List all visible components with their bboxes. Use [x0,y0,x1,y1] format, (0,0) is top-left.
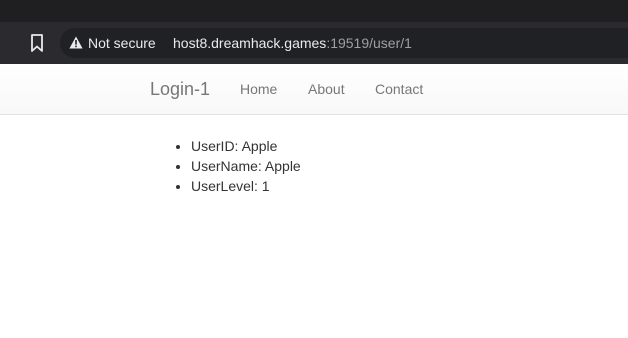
security-status[interactable]: Not secure [88,35,156,51]
nav-home[interactable]: Home [240,81,277,97]
navbar-brand[interactable]: Login-1 [150,79,210,100]
address-bar[interactable]: Not secure host8.dreamhack.games:19519/u… [60,28,628,58]
user-name-item: UserName: Apple [191,156,301,176]
bookmark-icon[interactable] [30,34,44,52]
url-path: :19519/user/1 [326,35,412,51]
browser-title-bar [0,0,628,22]
warning-icon[interactable] [69,36,83,49]
user-id-item: UserID: Apple [191,136,301,156]
url-text[interactable]: host8.dreamhack.games:19519/user/1 [173,35,412,51]
user-info-list: UserID: Apple UserName: Apple UserLevel:… [191,136,301,196]
url-host: host8.dreamhack.games [173,35,327,51]
nav-contact[interactable]: Contact [375,81,423,97]
site-navbar: Login-1 Home About Contact [0,64,628,115]
browser-toolbar: Not secure host8.dreamhack.games:19519/u… [0,22,628,64]
nav-about[interactable]: About [308,81,345,97]
user-level-item: UserLevel: 1 [191,176,301,196]
